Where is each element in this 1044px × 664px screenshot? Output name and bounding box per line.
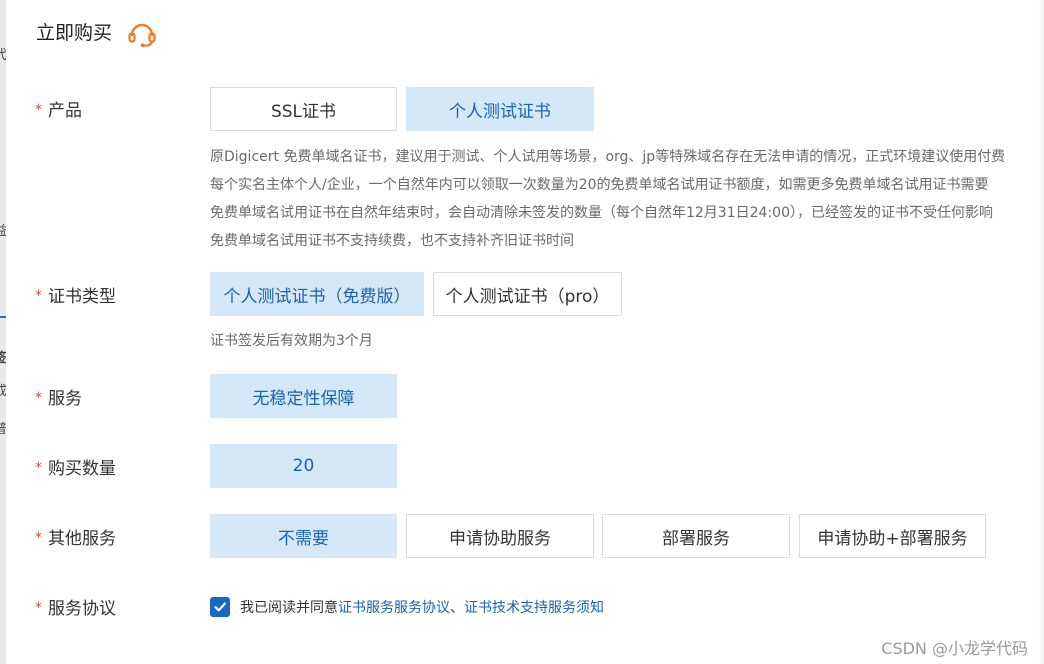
description-line: 原Digicert 免费单域名证书，建议用于测试、个人试用等场景，org、jp等… <box>210 149 1006 165</box>
quantity-value[interactable]: 20 <box>210 444 397 488</box>
product-label: * 产品 <box>35 101 82 121</box>
purchase-drawer: 立即购买 * 产品 SSL证书 个人测试证书 原Digicert 免费单域名证书，… <box>6 0 1038 664</box>
other-service-option-assist-deploy[interactable]: 申请协助+部署服务 <box>799 514 986 558</box>
page-title: 立即购买 <box>36 22 113 44</box>
product-option-ssl[interactable]: SSL证书 <box>210 87 397 131</box>
cert-service-agreement-link[interactable]: 证书服务服务协议 <box>338 597 450 617</box>
agreement-checkbox[interactable] <box>210 597 230 617</box>
description-line: 每个实名主体个人/企业，一个自然年内可以领取一次数量为20的免费单域名试用证书额… <box>210 177 989 193</box>
service-option-no-stability[interactable]: 无稳定性保障 <box>210 374 397 418</box>
cert-type-option-pro[interactable]: 个人测试证书（pro） <box>433 272 622 316</box>
checkmark-icon <box>214 602 226 612</box>
required-mark: * <box>35 390 42 406</box>
quantity-label: * 购买数量 <box>35 459 116 479</box>
other-service-option-none[interactable]: 不需要 <box>210 514 397 558</box>
required-mark: * <box>35 460 42 476</box>
other-service-option-deploy[interactable]: 部署服务 <box>602 514 790 558</box>
agreement-text: 我已阅读并同意 <box>240 600 338 616</box>
required-mark: * <box>35 102 42 118</box>
right-edge-shadow <box>1038 0 1044 664</box>
required-mark: * <box>35 288 42 304</box>
other-service-option-apply-assist[interactable]: 申请协助服务 <box>406 514 594 558</box>
product-option-personal-test[interactable]: 个人测试证书 <box>406 87 594 131</box>
headset-icon[interactable] <box>127 20 157 48</box>
agreement-row: 我已阅读并同意 证书服务服务协议 、 证书技术支持服务须知 <box>210 596 604 618</box>
agreement-separator: 、 <box>450 600 464 616</box>
cert-type-option-free[interactable]: 个人测试证书（免费版） <box>210 272 424 316</box>
tech-support-notice-link[interactable]: 证书技术支持服务须知 <box>464 597 604 617</box>
cert-type-label: * 证书类型 <box>35 287 116 307</box>
product-description: 原Digicert 免费单域名证书，建议用于测试、个人试用等场景，org、jp等… <box>210 143 1038 255</box>
agreement-label: * 服务协议 <box>35 599 116 619</box>
cert-validity-hint: 证书签发后有效期为3个月 <box>210 333 373 349</box>
required-mark: * <box>35 600 42 616</box>
watermark: CSDN @小龙学代码 <box>881 639 1028 658</box>
other-services-label: * 其他服务 <box>35 529 116 549</box>
description-line: 免费单域名试用证书在自然年结束时，会自动清除未签发的数量（每个自然年12月31日… <box>210 205 993 221</box>
required-mark: * <box>35 530 42 546</box>
description-line: 免费单域名试用证书不支持续费，也不支持补齐旧证书时间 <box>210 233 574 249</box>
service-label: * 服务 <box>35 389 82 409</box>
